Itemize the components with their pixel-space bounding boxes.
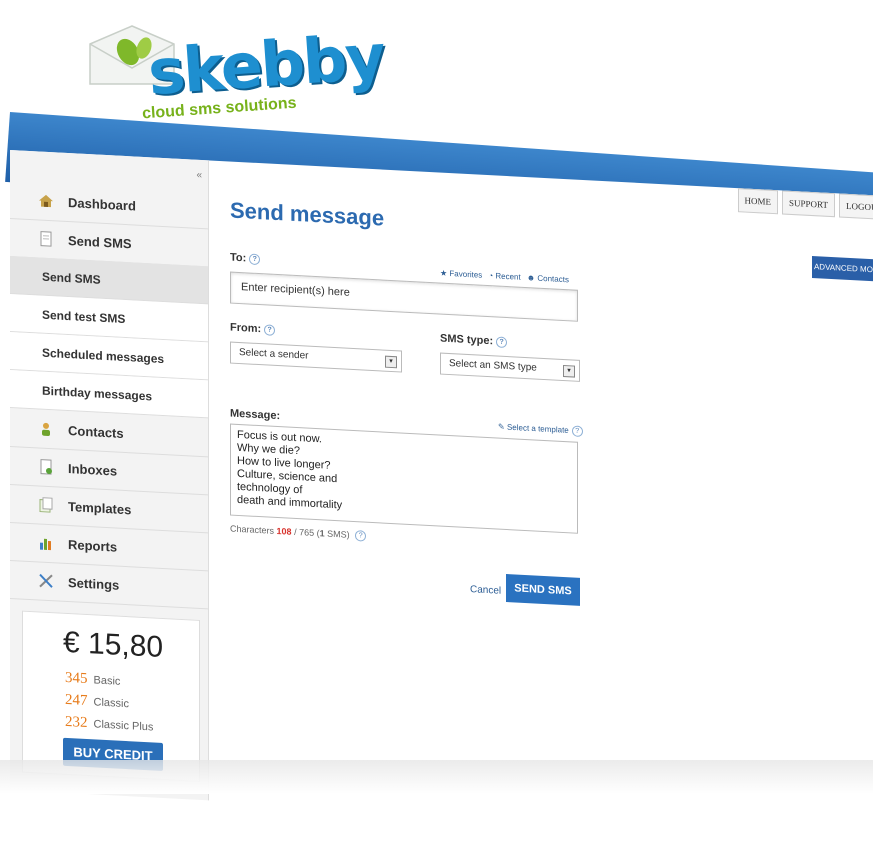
- contacts-link[interactable]: ☻ Contacts: [527, 273, 569, 284]
- credit-panel: € 15,80 345 Basic 247 Classic 232 Classic P…: [22, 611, 200, 782]
- sidebar-item-label: Dashboard: [68, 195, 136, 214]
- from-label: From:?: [230, 322, 275, 336]
- credit-count: 232: [65, 714, 88, 731]
- templates-icon: [38, 496, 54, 513]
- bottom-fade: [0, 760, 873, 794]
- help-icon[interactable]: ?: [249, 253, 260, 265]
- help-icon[interactable]: ?: [264, 324, 275, 336]
- cancel-button[interactable]: Cancel: [470, 584, 501, 597]
- credit-row-classic-plus: 232 Classic Plus: [65, 714, 153, 736]
- sidebar-item-label: Contacts: [68, 423, 124, 441]
- character-counter: Characters 108 / 765 (1 SMS) ?: [230, 524, 366, 542]
- sms-type-select[interactable]: Select an SMS type ▾: [440, 353, 580, 382]
- sms-type-label: SMS type:?: [440, 333, 507, 349]
- chevron-down-icon: ▾: [385, 356, 397, 369]
- sidebar-item-label: Settings: [68, 575, 119, 593]
- sidebar-item-label: Inboxes: [68, 461, 117, 479]
- sidebar-item-label: Send SMS: [68, 233, 132, 251]
- chevron-down-icon: ▾: [563, 365, 575, 378]
- sidebar-item-label: Reports: [68, 537, 117, 555]
- credit-count: 247: [65, 692, 88, 709]
- sender-select[interactable]: Select a sender ▾: [230, 342, 402, 373]
- credit-label: Classic: [94, 696, 129, 710]
- home-icon: [38, 192, 54, 209]
- tools-icon: [38, 572, 54, 589]
- message-textarea[interactable]: Focus is out now. Why we die? How to liv…: [230, 424, 578, 534]
- help-icon[interactable]: ?: [496, 336, 507, 348]
- message-label: Message:: [230, 408, 280, 423]
- credit-label: Classic Plus: [94, 718, 154, 733]
- main-content: Send message To:? ★ Favorites ◔ Recent ☻…: [230, 162, 610, 782]
- credit-label: Basic: [94, 674, 121, 687]
- credit-row-basic: 345 Basic: [65, 670, 120, 690]
- chart-icon: [38, 534, 54, 551]
- select-template-link[interactable]: ✎ Select a template?: [498, 422, 583, 437]
- help-icon: ?: [572, 425, 583, 437]
- sidebar: « Dashboard Send SMS Send SMS Send test …: [10, 150, 209, 800]
- document-icon: [38, 230, 54, 247]
- credit-row-classic: 247 Classic: [65, 692, 129, 712]
- app-window: HOME SUPPORT LOGOUT « Dashboard Send SMS…: [10, 150, 873, 846]
- nav-home-link[interactable]: HOME: [738, 188, 779, 214]
- collapse-sidebar-button[interactable]: «: [196, 170, 202, 181]
- recent-link[interactable]: ◔ Recent: [488, 271, 520, 282]
- credit-amount: € 15,80: [63, 626, 163, 665]
- help-icon[interactable]: ?: [355, 530, 366, 542]
- contacts-icon: [38, 420, 54, 437]
- favorites-link[interactable]: ★ Favorites: [440, 269, 482, 280]
- inbox-icon: [38, 458, 54, 475]
- advanced-mode-button[interactable]: ADVANCED MODE: [812, 256, 873, 282]
- sidebar-item-label: Templates: [68, 499, 131, 517]
- page-title: Send message: [230, 198, 384, 232]
- credit-count: 345: [65, 670, 88, 687]
- recipient-quick-links: ★ Favorites ◔ Recent ☻ Contacts: [440, 269, 569, 285]
- nav-support-link[interactable]: SUPPORT: [782, 190, 835, 217]
- send-sms-button[interactable]: SEND SMS: [506, 574, 580, 606]
- nav-logout-link[interactable]: LOGOUT: [839, 193, 873, 220]
- to-label: To:?: [230, 252, 260, 266]
